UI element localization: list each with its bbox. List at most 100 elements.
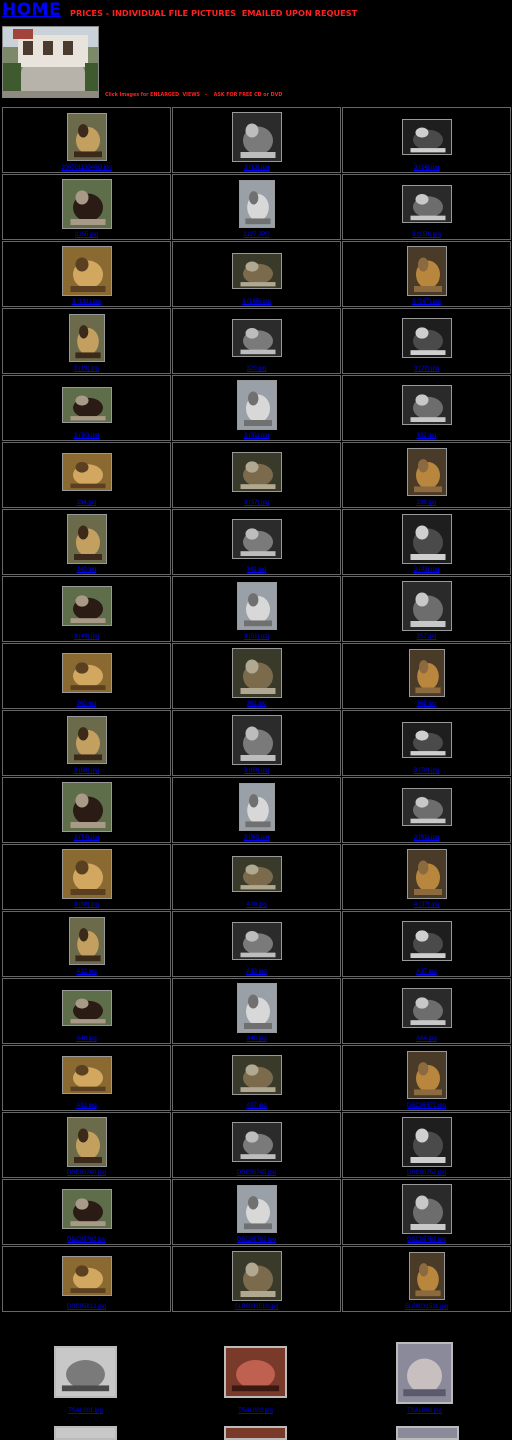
thumbnail-caption-link[interactable]: DSC05783.jpg xyxy=(343,1237,510,1244)
thumbnail-caption-link[interactable]: 3 (43).jpg xyxy=(343,567,510,574)
thumbnail-caption-link[interactable]: 3 (69).jpg xyxy=(173,768,340,775)
thumbnail-caption-link[interactable]: DSC05745.jpg xyxy=(173,1170,340,1177)
thumbnail-caption-link[interactable]: DSC05740.jpg xyxy=(3,1170,170,1177)
thumbnail-caption-link[interactable]: 3 (161).jpg xyxy=(3,299,170,306)
statue-thumbnail[interactable] xyxy=(61,1189,112,1229)
statue-thumbnail[interactable] xyxy=(61,990,112,1026)
statue-thumbnail[interactable] xyxy=(401,119,452,155)
statue-thumbnail[interactable] xyxy=(61,782,112,832)
thumbnail-caption-link[interactable]: DSC05812.jpg xyxy=(3,1304,170,1311)
statue-thumbnail[interactable] xyxy=(401,921,452,961)
thumbnail-caption-link[interactable]: A37.jpg xyxy=(343,969,510,976)
statue-thumbnail[interactable] xyxy=(401,722,452,758)
thumbnail-caption-link[interactable]: A10.jpg xyxy=(173,902,340,909)
statue-thumbnail[interactable] xyxy=(401,385,452,425)
thumbnail-caption-link[interactable]: 3 (14).jpg xyxy=(343,165,510,172)
thumbnail-caption-link[interactable]: DSC05782.jpg xyxy=(173,1237,340,1244)
statue-thumbnail[interactable] xyxy=(406,1051,447,1099)
statue-thumbnail[interactable] xyxy=(401,988,452,1028)
statue-thumbnail[interactable] xyxy=(231,1122,282,1162)
thumbnail-caption-link[interactable]: 20070113046Q.jpg xyxy=(3,165,170,172)
statue-thumbnail[interactable] xyxy=(401,581,452,631)
statue-thumbnail[interactable] xyxy=(401,1184,452,1234)
statue-thumbnail[interactable] xyxy=(224,1346,287,1398)
thumbnail-caption-link[interactable]: 3 (159).jpg xyxy=(343,232,510,239)
thumbnail-caption-link[interactable]: 3 (88).jpg xyxy=(3,902,170,909)
thumbnail-caption-link[interactable]: 3 (80).jpg xyxy=(173,835,340,842)
thumbnail-caption-link[interactable]: 3 (31).jpg xyxy=(173,433,340,440)
statue-thumbnail[interactable] xyxy=(401,514,452,564)
statue-thumbnail[interactable] xyxy=(66,113,107,161)
statue-thumbnail[interactable] xyxy=(231,1251,282,1301)
statue-thumbnail[interactable] xyxy=(231,519,282,559)
statue-thumbnail[interactable] xyxy=(236,582,277,630)
thumbnail-caption-link[interactable]: 3155.jpg xyxy=(3,232,170,239)
statue-thumbnail[interactable] xyxy=(406,448,447,496)
thumbnail-caption-link[interactable]: 3 (49).jpg xyxy=(3,634,170,641)
statue-thumbnail[interactable] xyxy=(401,318,452,358)
thumbnail-caption-link[interactable]: 3 (51).jpg xyxy=(173,634,340,641)
statue-thumbnail[interactable] xyxy=(61,179,112,229)
thumbnail-caption-link[interactable]: 340.jpg xyxy=(3,567,170,574)
statue-thumbnail[interactable] xyxy=(408,1252,445,1300)
thumbnail-caption-link[interactable]: 3127.JPG xyxy=(173,232,340,239)
statue-thumbnail[interactable] xyxy=(54,1346,117,1398)
statue-thumbnail[interactable] xyxy=(238,180,275,228)
thumbnail-caption-link[interactable]: 332.jpg xyxy=(343,433,510,440)
statue-thumbnail[interactable] xyxy=(68,314,105,362)
statue-thumbnail[interactable] xyxy=(396,1426,459,1440)
statue-thumbnail[interactable] xyxy=(231,319,282,357)
thumbnail-caption-link[interactable]: A49.jpg xyxy=(173,1036,340,1043)
thumbnail-caption-link[interactable]: 3 (165).jpg xyxy=(173,299,340,306)
thumbnail-caption-link[interactable]: 320.jpg xyxy=(173,366,340,373)
thumbnail-caption-link[interactable]: A33.jpg xyxy=(173,969,340,976)
statue-thumbnail[interactable] xyxy=(61,653,112,693)
statue-thumbnail[interactable] xyxy=(224,1426,287,1440)
thumbnail-caption-link[interactable]: 3 (70).jpg xyxy=(343,768,510,775)
statue-thumbnail[interactable] xyxy=(231,715,282,765)
header-house-photo[interactable] xyxy=(2,26,99,98)
statue-thumbnail[interactable] xyxy=(61,453,112,491)
statue-thumbnail[interactable] xyxy=(231,648,282,698)
statue-thumbnail[interactable] xyxy=(231,112,282,162)
statue-thumbnail[interactable] xyxy=(66,716,107,764)
statue-thumbnail[interactable] xyxy=(68,917,105,965)
statue-thumbnail[interactable] xyxy=(406,246,447,296)
statue-thumbnail[interactable] xyxy=(401,185,452,223)
thumbnail-caption-link[interactable]: DSC05752.jpg xyxy=(343,1170,510,1177)
statue-thumbnail[interactable] xyxy=(401,788,452,826)
statue-thumbnail[interactable] xyxy=(231,253,282,289)
home-link[interactable]: HOME xyxy=(2,0,61,20)
thumbnail-caption-link[interactable]: 365.jpg xyxy=(343,701,510,708)
thumbnail-caption-link[interactable]: TSAL001.jpg xyxy=(1,1408,171,1414)
thumbnail-caption-link[interactable]: 3 (68).jpg xyxy=(3,768,170,775)
thumbnail-caption-link[interactable]: DSC05672.jpg xyxy=(343,1103,510,1110)
statue-thumbnail[interactable] xyxy=(61,849,112,899)
thumbnail-caption-link[interactable]: A48.jpg xyxy=(3,1036,170,1043)
statue-thumbnail[interactable] xyxy=(54,1426,117,1440)
statue-thumbnail[interactable] xyxy=(408,649,445,697)
statue-thumbnail[interactable] xyxy=(401,1117,452,1167)
statue-thumbnail[interactable] xyxy=(61,586,112,626)
thumbnail-caption-link[interactable]: 3 (167).jpg xyxy=(343,299,510,306)
statue-thumbnail[interactable] xyxy=(231,856,282,892)
statue-thumbnail[interactable] xyxy=(236,983,277,1033)
thumbnail-caption-link[interactable]: 3 (37).jpg xyxy=(173,500,340,507)
statue-thumbnail[interactable] xyxy=(61,246,112,296)
statue-thumbnail[interactable] xyxy=(231,1055,282,1095)
statue-thumbnail[interactable] xyxy=(231,922,282,960)
thumbnail-caption-link[interactable]: 3 (81).jpg xyxy=(343,835,510,842)
thumbnail-caption-link[interactable]: A93.jpg xyxy=(3,1103,170,1110)
statue-thumbnail[interactable] xyxy=(61,1056,112,1094)
thumbnail-caption-link[interactable]: 3 (19).jpg xyxy=(3,366,170,373)
thumbnail-caption-link[interactable]: 341.jpg xyxy=(173,567,340,574)
thumbnail-caption-link[interactable]: 360.jpg xyxy=(3,701,170,708)
thumbnail-caption-link[interactable]: A97.jpg xyxy=(173,1103,340,1110)
statue-thumbnail[interactable] xyxy=(236,1185,277,1233)
statue-thumbnail[interactable] xyxy=(236,380,277,430)
thumbnail-caption-link[interactable]: TSAL002.jpg xyxy=(171,1408,341,1414)
statue-thumbnail[interactable] xyxy=(61,387,112,423)
thumbnail-caption-link[interactable]: 3 (74).jpg xyxy=(3,835,170,842)
thumbnail-caption-link[interactable]: A12.jpg xyxy=(3,969,170,976)
thumbnail-caption-link[interactable]: DSC05782.jpg xyxy=(3,1237,170,1244)
